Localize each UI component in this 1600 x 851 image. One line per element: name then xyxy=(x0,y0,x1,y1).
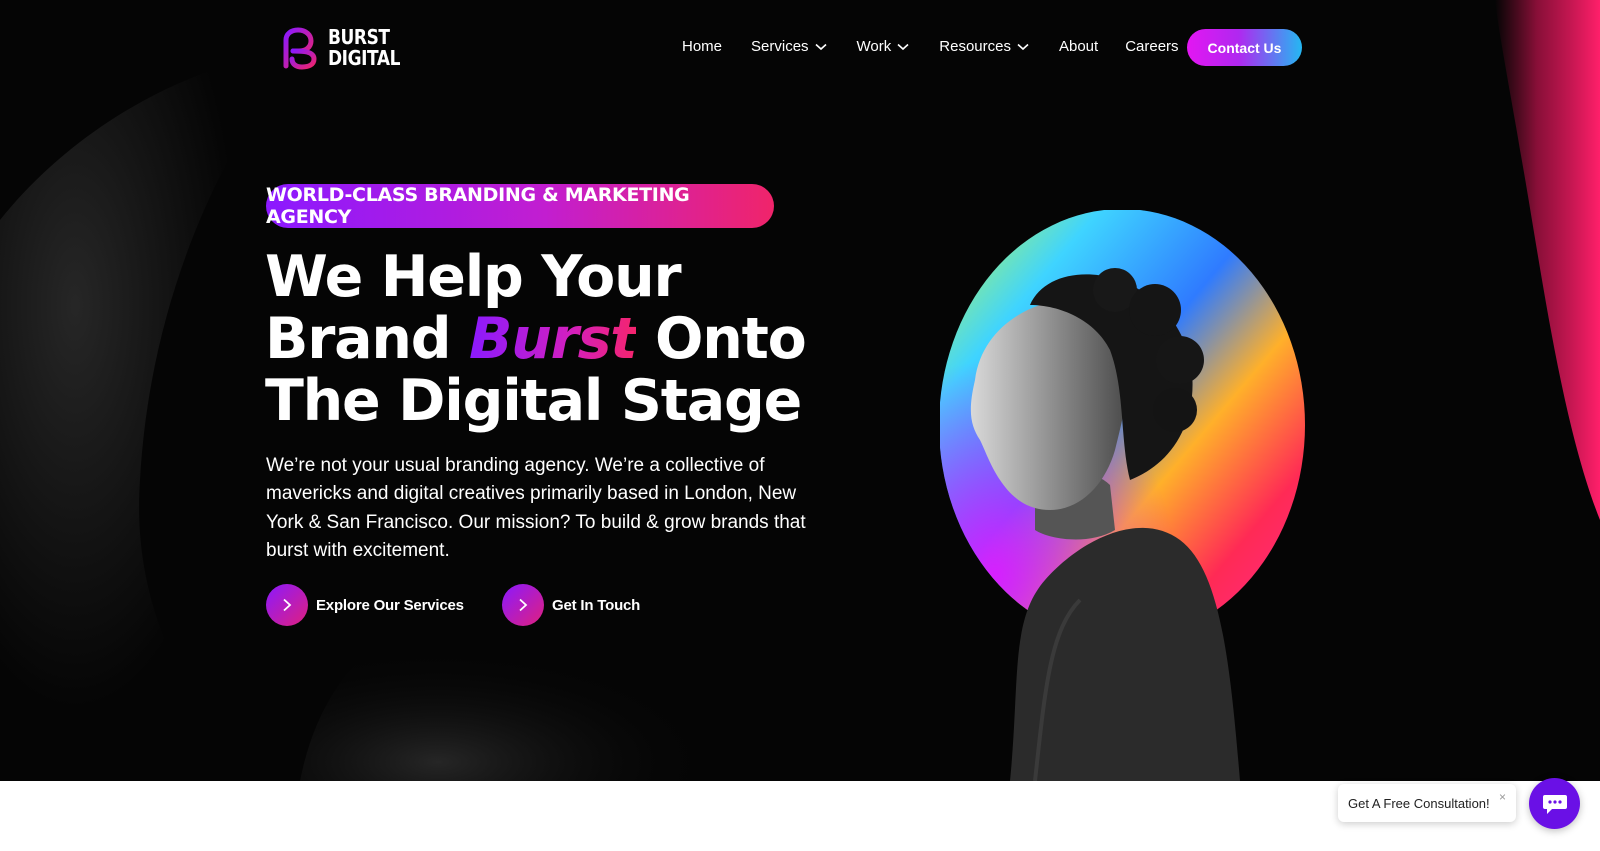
headline-highlight: Burst xyxy=(469,306,638,372)
cta-circle xyxy=(266,584,308,626)
contact-us-button[interactable]: Contact Us xyxy=(1187,29,1302,66)
get-in-touch-button[interactable]: Get In Touch xyxy=(502,584,640,626)
free-consultation-popup[interactable]: Get A Free Consultation! × xyxy=(1338,784,1516,822)
explore-services-button[interactable]: Explore Our Services xyxy=(266,584,464,626)
chat-bubble-icon xyxy=(1542,794,1567,814)
chevron-right-icon xyxy=(283,598,292,612)
brand-name-line1: BURST xyxy=(328,25,390,49)
brand-wordmark: BURST DIGITAL xyxy=(328,27,400,69)
nav-item-services[interactable]: Services xyxy=(751,38,827,55)
brand-logo[interactable]: BURST DIGITAL xyxy=(280,26,413,70)
nav-item-label: Resources xyxy=(939,38,1011,55)
chevron-down-icon xyxy=(815,43,827,50)
burst-logo-icon xyxy=(283,27,317,70)
nav-item-resources[interactable]: Resources xyxy=(939,38,1029,55)
consultation-text: Get A Free Consultation! xyxy=(1348,795,1490,811)
main-nav: Home Services Work Resources About Caree… xyxy=(682,38,1179,55)
hero-headline: We Help Your Brand Burst Onto The Digita… xyxy=(265,246,825,432)
headline-line3: The Digital Stage xyxy=(265,368,802,434)
close-icon[interactable]: × xyxy=(1499,790,1506,804)
headline-line1: We Help Your xyxy=(265,244,682,310)
cta-label: Get In Touch xyxy=(552,596,641,614)
hero-portrait-image xyxy=(940,210,1305,781)
chevron-right-icon xyxy=(519,598,528,612)
chevron-down-icon xyxy=(897,43,909,50)
nav-item-label: Careers xyxy=(1125,38,1179,55)
chat-button[interactable] xyxy=(1529,778,1580,829)
hero-description: We’re not your usual branding agency. We… xyxy=(266,455,806,561)
cta-circle xyxy=(502,584,544,626)
headline-line2-post: Onto xyxy=(636,306,807,372)
chevron-down-icon xyxy=(1017,43,1029,50)
agency-badge: WORLD-CLASS BRANDING & MARKETING AGENCY xyxy=(266,184,774,228)
nav-item-work[interactable]: Work xyxy=(857,38,910,55)
nav-item-careers[interactable]: Careers xyxy=(1125,38,1178,55)
nav-item-label: Work xyxy=(856,38,892,55)
cta-label: Explore Our Services xyxy=(316,596,464,614)
nav-item-label: About xyxy=(1058,38,1099,55)
nav-item-about[interactable]: About xyxy=(1059,38,1098,55)
nav-item-home[interactable]: Home xyxy=(682,38,722,55)
headline-line2-pre: Brand xyxy=(265,306,470,372)
nav-item-label: Services xyxy=(751,38,809,55)
brand-name-line2: DIGITAL xyxy=(328,46,401,70)
hero-section: BURST DIGITAL Home Services Work Resourc… xyxy=(0,0,1600,781)
nav-item-label: Home xyxy=(682,38,723,55)
